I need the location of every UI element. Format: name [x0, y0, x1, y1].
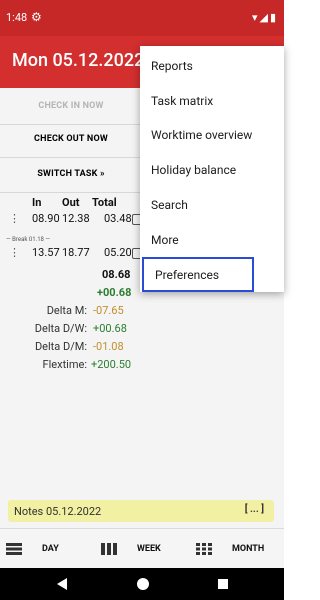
- flextime-value: +200.50: [91, 358, 132, 371]
- recents-icon[interactable]: [218, 579, 228, 589]
- check-in-button[interactable]: CHECK IN NOW: [0, 88, 142, 125]
- month-grid-icon: [196, 543, 212, 555]
- column-header-total: Total: [92, 196, 117, 209]
- signal-icon: ◢: [259, 11, 270, 24]
- row-total: 03.48: [104, 212, 132, 225]
- switch-task-button[interactable]: SWITCH TASK »: [0, 156, 142, 193]
- notes-text: Notes 05.12.2022: [14, 505, 102, 518]
- menu-item-reports[interactable]: Reports: [140, 48, 284, 83]
- gear-icon: ⚙: [31, 10, 42, 24]
- row-in: 08.90: [32, 212, 60, 225]
- column-header-out: Out: [62, 196, 80, 209]
- row-out: 12.38: [62, 212, 90, 225]
- sum-diff: +00.68: [97, 286, 132, 299]
- tab-day[interactable]: DAY: [0, 529, 94, 569]
- system-icons: ▾◢▮: [252, 11, 278, 24]
- delta-day-month-label: Delta D/M:: [34, 340, 87, 353]
- delta-day-week-label: Delta D/W:: [34, 322, 87, 335]
- status-time: 1:48: [6, 11, 28, 24]
- table-row[interactable]: ⋮ 13.57 18.77 05.20: [0, 246, 144, 264]
- row-menu-icon[interactable]: ⋮: [9, 212, 20, 225]
- battery-icon: ▮: [269, 11, 278, 24]
- delta-day-week-value: +00.68: [93, 322, 127, 335]
- menu-item-task-matrix[interactable]: Task matrix: [140, 83, 284, 118]
- menu-item-preferences[interactable]: Preferences: [142, 257, 254, 292]
- column-header-in: In: [32, 196, 42, 209]
- overflow-menu: Reports Task matrix Worktime overview Ho…: [140, 46, 284, 292]
- tab-day-label: DAY: [42, 544, 59, 554]
- menu-item-holiday-balance[interactable]: Holiday balance: [140, 152, 284, 187]
- menu-item-worktime-overview[interactable]: Worktime overview: [140, 117, 284, 152]
- delta-day-month-value: -01.08: [93, 340, 124, 353]
- menu-item-more[interactable]: More: [140, 222, 284, 257]
- row-total: 05.20: [104, 246, 132, 259]
- delta-month-label: Delta M:: [46, 304, 87, 317]
- table-row[interactable]: ⋮ 08.90 12.38 03.48: [0, 212, 144, 230]
- menu-item-search[interactable]: Search: [140, 187, 284, 222]
- break-label: — Break 01.18 —: [6, 236, 51, 243]
- day-list-icon: [6, 543, 22, 555]
- row-in: 13.57: [32, 246, 60, 259]
- system-navigation-bar: [0, 568, 284, 600]
- sum-total: 08.68: [102, 268, 131, 281]
- back-icon[interactable]: [57, 578, 67, 590]
- tab-week[interactable]: WEEK: [95, 529, 189, 569]
- notes-edit-button[interactable]: [ ... ]: [245, 504, 264, 515]
- flextime-label: Flextime:: [42, 358, 87, 371]
- tab-month-label: MONTH: [232, 544, 265, 554]
- bottom-tab-bar: DAY WEEK MONTH: [0, 528, 284, 569]
- week-columns-icon: [101, 543, 117, 555]
- tab-week-label: WEEK: [137, 544, 161, 554]
- status-bar: 1:48 ⚙ ▾◢▮: [0, 0, 284, 36]
- notes-bar[interactable]: Notes 05.12.2022 [ ... ]: [8, 500, 274, 522]
- row-menu-icon[interactable]: ⋮: [9, 246, 20, 259]
- check-out-button[interactable]: CHECK OUT NOW: [0, 121, 142, 158]
- delta-month-value: -07.65: [93, 304, 124, 317]
- row-out: 18.77: [62, 246, 90, 259]
- home-icon[interactable]: [137, 578, 149, 590]
- tab-month[interactable]: MONTH: [190, 529, 284, 569]
